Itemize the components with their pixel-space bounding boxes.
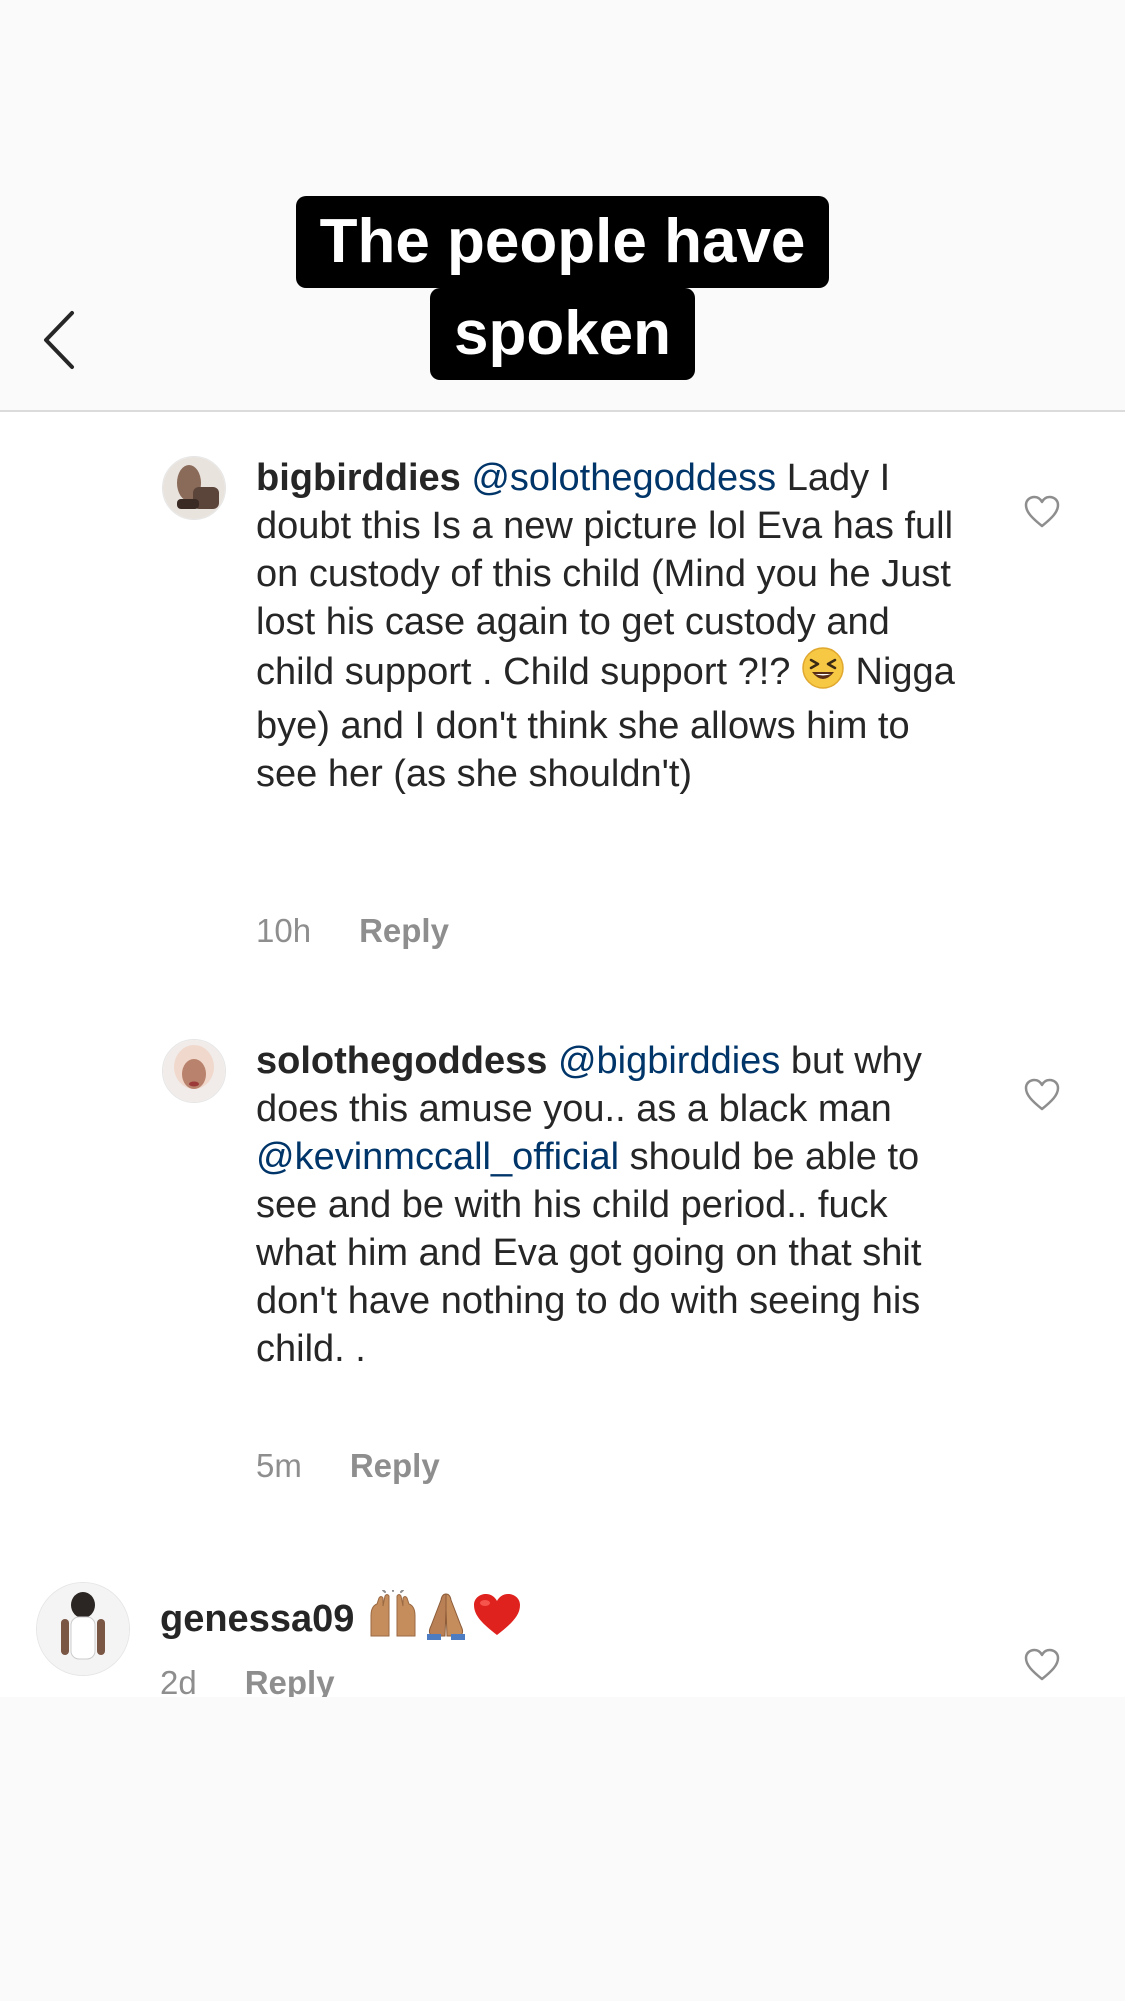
comments-screen: The people have spoken bigbirddies @solo… [0,0,1125,2001]
comment-list: bigbirddies @solothegoddess Lady I doubt… [0,412,1125,1701]
caption-line-1: The people have [295,196,830,288]
raising-hands-emoji [365,1588,421,1652]
mention-link[interactable]: @solothegoddess [471,457,776,499]
comment-timestamp: 10h [256,912,312,949]
heart-outline-icon [1024,1648,1060,1681]
comment-timestamp: 5m [256,1447,302,1484]
story-caption: The people have spoken [0,196,1125,380]
red-heart-emoji [471,1591,523,1651]
avatar[interactable] [162,456,226,520]
comment-meta: 5m Reply [256,1447,440,1485]
comment-username[interactable]: solothegoddess [256,1040,547,1082]
mention-link[interactable]: @kevinmccall_official [256,1136,619,1178]
comment-text: bigbirddies @solothegoddess Lady I doubt… [256,454,976,798]
reply-button[interactable]: Reply [350,1447,440,1484]
comment-username[interactable]: genessa09 [160,1598,354,1640]
reply-button[interactable]: Reply [359,912,449,949]
reply-button[interactable]: Reply [245,1664,335,1701]
avatar-image [163,1040,225,1102]
comment-text: solothegoddess @bigbirddies but why does… [256,1037,976,1373]
comment-text: genessa09 [160,1588,980,1652]
like-button[interactable] [1024,1078,1060,1112]
avatar-image [37,1583,129,1675]
comment-username[interactable]: bigbirddies [256,457,461,499]
folded-hands-emoji [421,1590,471,1652]
mention-link[interactable]: @bigbirddies [558,1040,780,1082]
like-button[interactable] [1024,1648,1060,1682]
bottom-blank-area [0,1697,1125,2001]
comment-meta: 10h Reply [256,912,449,950]
caption-line-2: spoken [429,288,696,380]
header: The people have spoken [0,0,1125,412]
like-button[interactable] [1024,495,1060,529]
avatar-image [163,457,225,519]
comment-timestamp: 2d [160,1664,197,1701]
avatar[interactable] [36,1582,130,1676]
heart-outline-icon [1024,495,1060,528]
laughing-squint-emoji [801,646,845,702]
heart-outline-icon [1024,1078,1060,1111]
avatar[interactable] [162,1039,226,1103]
